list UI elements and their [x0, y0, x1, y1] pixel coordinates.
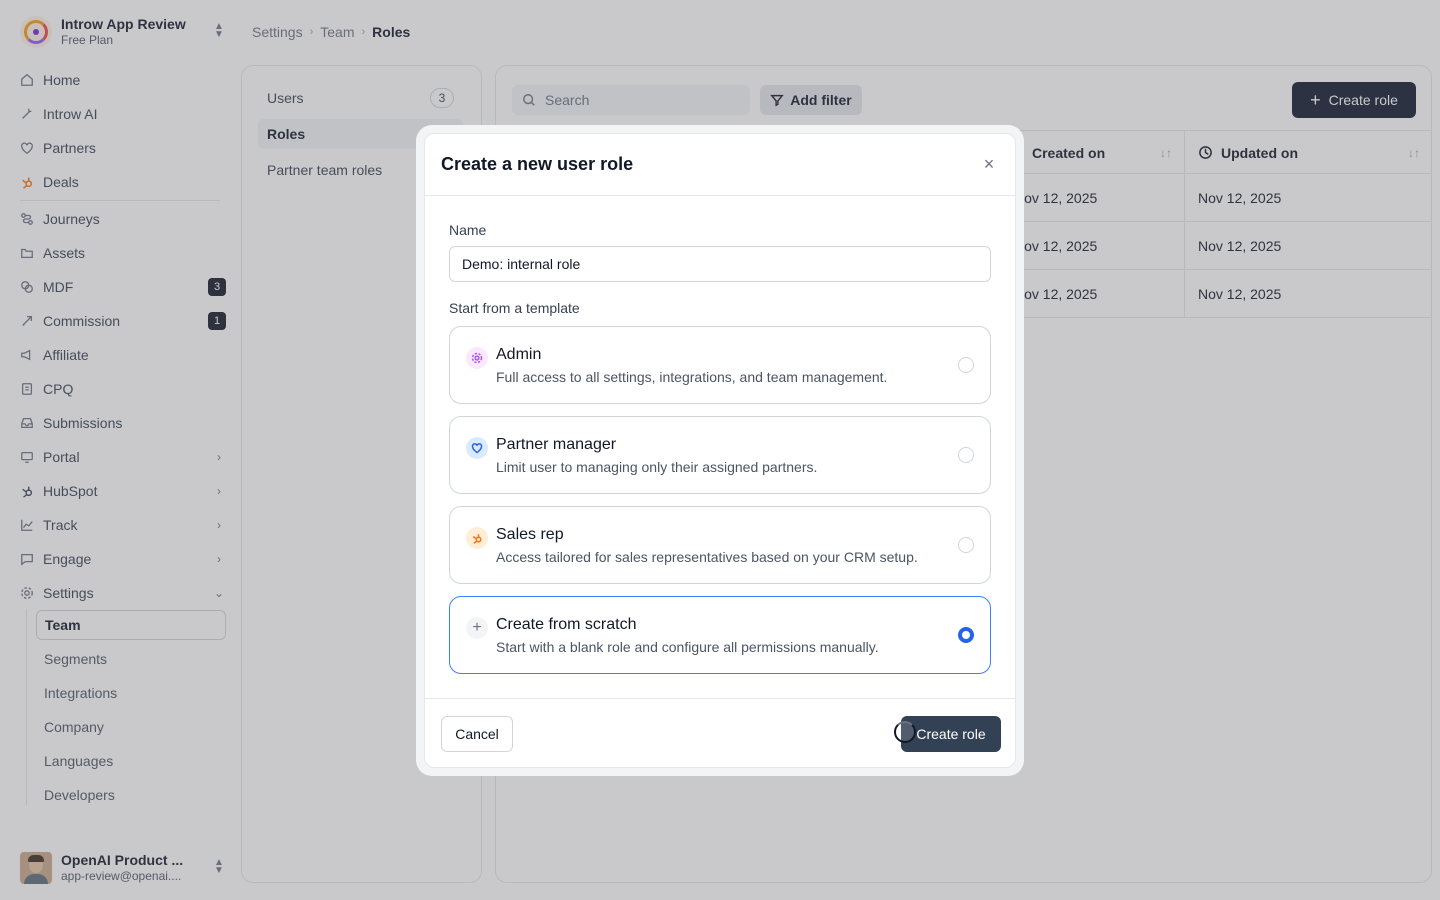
template-title: Admin [496, 346, 542, 363]
template-description: Access tailored for sales representative… [496, 549, 918, 565]
dialog-header: Create a new user role × [425, 134, 1015, 196]
create-role-submit-button[interactable]: Create role [901, 716, 1001, 752]
name-label: Name [449, 222, 487, 238]
template-title: Sales rep [496, 526, 564, 543]
template-description: Limit user to managing only their assign… [496, 459, 818, 475]
handshake-heart-icon [466, 437, 488, 459]
create-role-dialog: Create a new user role × Name Start from… [424, 133, 1016, 768]
template-partner-manager[interactable]: Partner manager Limit user to managing o… [449, 416, 991, 494]
dialog-title: Create a new user role [441, 154, 634, 174]
loading-spinner-icon [894, 721, 916, 743]
role-name-input[interactable] [449, 246, 991, 282]
plus-icon: + [466, 617, 488, 639]
template-sales-rep[interactable]: Sales rep Access tailored for sales repr… [449, 506, 991, 584]
template-create-from-scratch[interactable]: + Create from scratch Start with a blank… [449, 596, 991, 674]
template-description: Start with a blank role and configure al… [496, 639, 879, 655]
cancel-button[interactable]: Cancel [441, 716, 513, 752]
gear-icon [466, 347, 488, 369]
close-icon[interactable]: × [979, 154, 999, 174]
template-title: Create from scratch [496, 616, 637, 633]
template-title: Partner manager [496, 436, 617, 453]
template-radio[interactable] [958, 537, 974, 553]
template-radio-selected[interactable] [958, 627, 974, 643]
template-radio[interactable] [958, 447, 974, 463]
dialog-footer: Cancel Create role [425, 698, 1015, 767]
hubspot-icon [466, 527, 488, 549]
template-admin[interactable]: Admin Full access to all settings, integ… [449, 326, 991, 404]
template-label: Start from a template [449, 300, 580, 316]
template-description: Full access to all settings, integration… [496, 369, 888, 385]
template-radio[interactable] [958, 357, 974, 373]
